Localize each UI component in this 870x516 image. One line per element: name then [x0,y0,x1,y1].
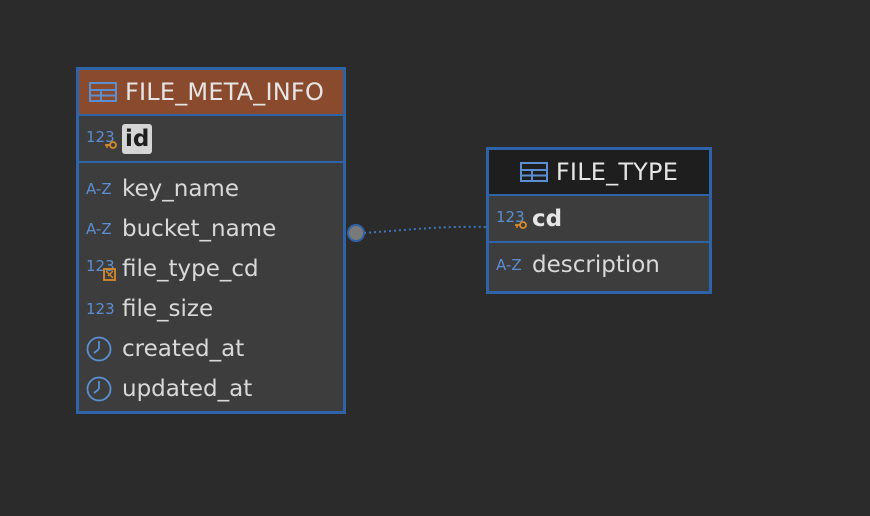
entity-header[interactable]: FILE_TYPE [489,150,709,196]
primary-key-name: id [122,123,153,154]
primary-key-row[interactable]: 123 id [79,116,343,163]
table-icon [519,161,548,183]
attribute-name: file_type_cd [122,256,259,282]
attribute-list: A-Z description [489,243,709,285]
attribute-row[interactable]: updated_at [79,369,343,409]
attribute-name: key_name [122,176,239,202]
attribute-row[interactable]: 123 file_type_cd [79,249,343,289]
svg-text:A-Z: A-Z [86,220,112,238]
foreign-key-icon: 123 [86,256,122,282]
attribute-name: bucket_name [122,216,277,242]
attribute-name: description [532,252,660,278]
svg-text:123: 123 [86,300,115,318]
attribute-row[interactable]: A-Z key_name [79,169,343,209]
attribute-name: created_at [122,336,245,362]
relation-line-file-meta-to-file-type[interactable] [363,225,487,234]
number-type-icon: 123 [86,298,122,320]
er-diagram-canvas: FILE_META_INFO 123 id A-Z key_name A-Z b… [0,0,870,516]
attribute-name: file_size [122,296,214,322]
string-type-icon: A-Z [86,218,122,240]
entity-file-type[interactable]: FILE_TYPE 123 cd A-Z description [486,147,712,294]
table-icon [89,81,117,103]
entity-title: FILE_TYPE [555,158,679,186]
attribute-list: A-Z key_name A-Z bucket_name 123 file_ty… [79,163,343,409]
primary-key-row[interactable]: 123 cd [489,196,709,243]
primary-key-name: cd [532,205,563,232]
svg-text:A-Z: A-Z [496,256,522,274]
clock-icon [86,334,122,364]
string-type-icon: A-Z [496,254,532,276]
entity-header[interactable]: FILE_META_INFO [79,70,343,116]
entity-file-meta-info[interactable]: FILE_META_INFO 123 id A-Z key_name A-Z b… [76,67,346,414]
attribute-name: updated_at [122,376,253,402]
string-type-icon: A-Z [86,178,122,200]
svg-text:123: 123 [86,257,115,275]
clock-icon [86,374,122,404]
attribute-row[interactable]: 123 file_size [79,289,343,329]
relation-endpoint-circle[interactable] [347,224,365,242]
primary-key-icon: 123 [86,126,122,152]
attribute-row[interactable]: A-Z description [489,245,709,285]
entity-title: FILE_META_INFO [125,78,325,106]
attribute-row[interactable]: A-Z bucket_name [79,209,343,249]
svg-text:A-Z: A-Z [86,180,112,198]
attribute-row[interactable]: created_at [79,329,343,369]
primary-key-icon: 123 [496,206,532,232]
